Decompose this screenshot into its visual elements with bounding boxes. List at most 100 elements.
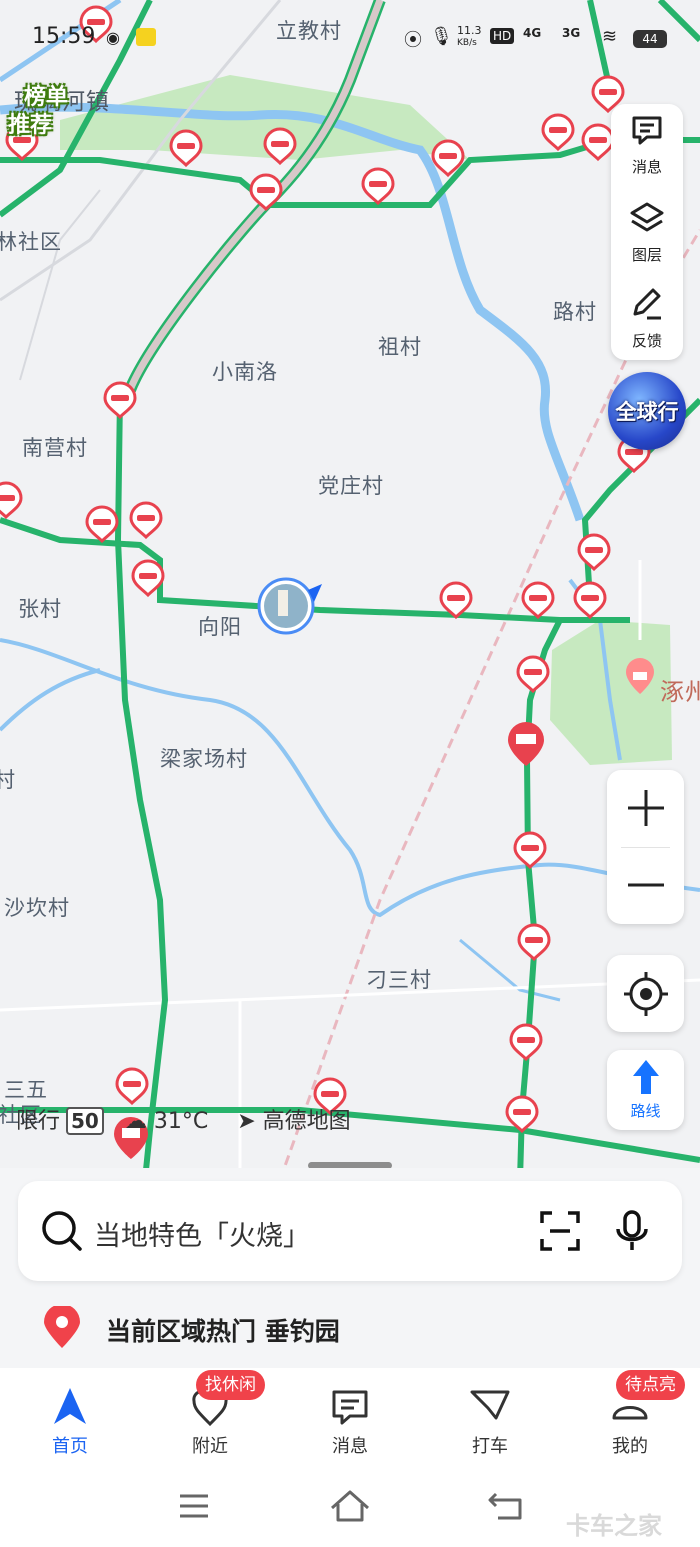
road-closure-icon[interactable]: [581, 123, 615, 162]
taxi-icon: [470, 1390, 510, 1420]
road-closure-icon[interactable]: [541, 113, 575, 152]
signal-3g-icon: 3G: [562, 26, 581, 40]
layers-button[interactable]: 图层: [611, 192, 683, 276]
place-label: 路村: [553, 300, 597, 324]
place-label: 刁三村: [366, 968, 432, 992]
tab-taxi[interactable]: 打车: [420, 1368, 560, 1470]
place-label: 林社区: [0, 230, 62, 254]
signal-4g-icon: 4G: [523, 26, 542, 40]
scan-icon[interactable]: [538, 1209, 582, 1253]
road-closure-icon[interactable]: [129, 501, 163, 540]
tab-label: 首页: [52, 1436, 88, 1457]
hazard-marker: [508, 722, 544, 766]
brand-name: 高德地图: [262, 1109, 351, 1134]
location-icon: ⦿: [404, 30, 422, 51]
tab-label: 消息: [332, 1436, 368, 1457]
tab-label: 附近: [192, 1436, 228, 1457]
status-bar: 15:59 ◉ ⦿ 🎙 11.3 KB/s HD 4G 3G ≋ 44: [0, 0, 700, 76]
road-closure-icon[interactable]: [517, 923, 551, 962]
map-base: [0, 0, 700, 1180]
edit-pencil-icon: [633, 288, 661, 320]
zoom-out-button[interactable]: [607, 847, 684, 924]
hd-icon: HD: [490, 28, 515, 44]
message-icon: [332, 1390, 368, 1425]
search-placeholder: 当地特色「火烧」: [94, 1221, 310, 1252]
road-closure-icon[interactable]: [509, 1023, 543, 1062]
temperature: 31°C: [153, 1109, 209, 1134]
layers-label: 图层: [631, 246, 662, 264]
minor-road: [0, 978, 700, 1012]
tab-home[interactable]: 首页: [0, 1368, 140, 1470]
poi-label[interactable]: 涿州: [660, 672, 700, 707]
road-closure-icon[interactable]: [573, 581, 607, 620]
place-label: 梁家场村: [160, 747, 248, 771]
road-closure-icon[interactable]: [516, 655, 550, 694]
microphone-status-icon: 🎙: [430, 26, 453, 47]
road-closure-markers: [0, 5, 651, 1134]
road-closure-icon[interactable]: [361, 167, 395, 206]
profile-badge: 待点亮: [616, 1370, 685, 1400]
zoom-in-button[interactable]: [607, 770, 684, 847]
net-speed-value: 11.3: [457, 24, 482, 37]
tab-profile[interactable]: 我的 待点亮: [560, 1368, 700, 1470]
locate-me-button[interactable]: [607, 955, 684, 1032]
tab-nearby[interactable]: 附近 找休闲: [140, 1368, 280, 1470]
traffic-limit-label: 限行: [16, 1109, 61, 1134]
place-label: 党庄村: [318, 474, 384, 498]
app-notification-icon: [136, 28, 156, 46]
crosshair-icon: [624, 972, 668, 1016]
user-location-avatar: [257, 577, 322, 635]
message-icon: [632, 116, 662, 145]
road-closure-icon[interactable]: [513, 831, 547, 870]
rank-badge-line2: 推荐: [8, 113, 53, 138]
route-label: 路线: [630, 1102, 661, 1120]
tab-label: 打车: [472, 1436, 508, 1457]
tab-label: 我的: [612, 1436, 648, 1457]
search-icon: [42, 1211, 82, 1251]
layers-icon: [630, 202, 664, 232]
feedback-button[interactable]: 反馈: [611, 278, 683, 362]
map-tools-panel: 消息 图层 反馈: [611, 104, 683, 360]
global-travel-label: 全球行: [615, 400, 679, 424]
river: [0, 668, 101, 732]
weather-icon: ☁: [124, 1109, 147, 1134]
rank-recommend-badge[interactable]: 榜单 推荐: [8, 84, 92, 148]
road-closure-icon[interactable]: [577, 533, 611, 572]
amap-logo-icon: ➤: [237, 1109, 256, 1134]
message-button[interactable]: 消息: [611, 104, 683, 188]
place-label: 村: [0, 768, 16, 792]
bottom-tab-bar: 首页 附近 找休闲 消息 打车 我的 待点亮: [0, 1368, 700, 1470]
home-nav-icon[interactable]: [328, 1486, 372, 1526]
navigation-arrow-icon: [54, 1388, 86, 1424]
nearby-badge: 找休闲: [196, 1370, 265, 1400]
route-button[interactable]: 路线: [607, 1050, 684, 1130]
road-closure-icon[interactable]: [85, 505, 119, 544]
global-travel-button[interactable]: 全球行: [608, 372, 686, 450]
message-label: 消息: [631, 158, 662, 176]
net-speed-unit: KB/s: [457, 38, 477, 48]
watermark-logo: 卡车之家: [566, 1512, 662, 1540]
place-label: 沙坎村: [4, 896, 70, 920]
road-closure-icon[interactable]: [521, 581, 555, 620]
hot-area-row[interactable]: 当前区域热门 垂钓园: [0, 1290, 700, 1366]
road-closure-icon[interactable]: [505, 1095, 539, 1134]
road-closure-icon[interactable]: [115, 1067, 149, 1106]
minus-icon: [628, 883, 664, 887]
map-canvas[interactable]: 立教村 琉璃河镇 林社区 祖村 路村 小南洛 南营村 党庄村 张村 向阳 梁家场…: [0, 0, 700, 1180]
place-label: 张村: [18, 597, 62, 621]
road-closure-icon[interactable]: [103, 381, 137, 420]
place-label: 南营村: [22, 436, 88, 460]
back-nav-icon[interactable]: [486, 1486, 526, 1526]
battery-icon: 44: [633, 30, 667, 48]
search-bar[interactable]: 当地特色「火烧」: [18, 1181, 682, 1281]
road-closure-icon[interactable]: [169, 129, 203, 168]
road-closure-icon[interactable]: [0, 481, 23, 520]
clock: 15:59: [32, 24, 96, 49]
route-arrow-icon: [633, 1060, 659, 1094]
location-pin-icon: [44, 1306, 80, 1348]
menu-nav-icon[interactable]: [174, 1486, 214, 1526]
voice-input-icon[interactable]: [610, 1209, 654, 1253]
wifi-icon: ≋: [602, 26, 618, 47]
tab-messages[interactable]: 消息: [280, 1368, 420, 1470]
feedback-label: 反馈: [631, 332, 662, 350]
